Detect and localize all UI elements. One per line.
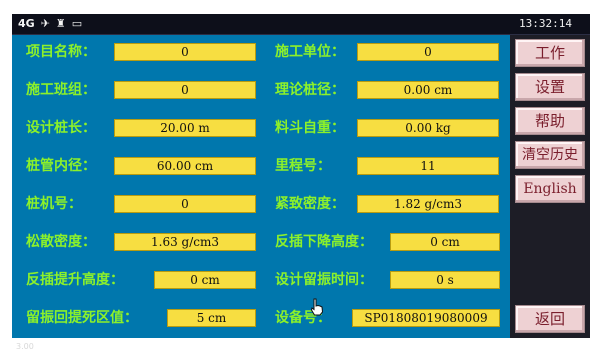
reinsert-lift-height-label: 反插提升高度： (26, 272, 124, 288)
construction-unit-label: 施工单位： (275, 44, 345, 60)
hopper-weight-field[interactable]: 0.00 kg (357, 119, 499, 137)
device-number-field[interactable]: SP01808019080009 (352, 309, 500, 327)
construction-unit-field[interactable]: 0 (357, 43, 499, 61)
vibration-lift-deadzone-label: 留振回提死区值： (26, 310, 138, 326)
device-screen: 4G ✈ ♜ ▭ 13:32:14 项目名称： 0 施工单位： 0 施工班组： … (12, 14, 590, 351)
compact-density-label: 紧致密度： (275, 196, 345, 212)
design-pile-length-field[interactable]: 20.00 m (114, 119, 256, 137)
theoretical-pile-diameter-field[interactable]: 0.00 cm (357, 81, 499, 99)
project-name-label: 项目名称： (26, 44, 96, 60)
status-bar: 4G ✈ ♜ ▭ 13:32:14 (12, 14, 590, 35)
reinsert-drop-height-label: 反插下降高度： (275, 234, 373, 250)
mileage-number-label: 里程号： (275, 158, 331, 174)
hopper-weight-label: 料斗自重： (275, 120, 345, 136)
work-button[interactable]: 工作 (515, 39, 585, 67)
project-name-field[interactable]: 0 (114, 43, 256, 61)
loose-density-label: 松散密度： (26, 234, 96, 250)
parameter-panel: 项目名称： 0 施工单位： 0 施工班组： 0 理论桩径： 0.00 cm 设计… (12, 35, 510, 351)
clear-history-button[interactable]: 清空历史 (515, 141, 585, 169)
satellite-icon: ✈ (40, 17, 50, 30)
back-button[interactable]: 返回 (515, 305, 585, 333)
settings-button[interactable]: 设置 (515, 73, 585, 101)
design-pile-length-label: 设计桩长： (26, 120, 96, 136)
loose-density-field[interactable]: 1.63 g/cm3 (114, 233, 256, 251)
design-vibration-time-field[interactable]: 0 s (390, 271, 500, 289)
pile-machine-number-field[interactable]: 0 (114, 195, 256, 213)
hand-cursor-icon (310, 298, 324, 316)
theoretical-pile-diameter-label: 理论桩径： (275, 82, 345, 98)
4g-icon: 4G (18, 17, 35, 30)
english-button[interactable]: English (515, 175, 585, 203)
reinsert-drop-height-field[interactable]: 0 cm (390, 233, 500, 251)
sidebar-menu: 工作 设置 帮助 清空历史 English 返回 (510, 35, 590, 338)
vibration-lift-deadzone-field[interactable]: 5 cm (167, 309, 256, 327)
pipe-inner-diameter-field[interactable]: 60.00 cm (114, 157, 256, 175)
compact-density-field[interactable]: 1.82 g/cm3 (357, 195, 499, 213)
pipe-inner-diameter-label: 桩管内径： (26, 158, 96, 174)
battery-icon: ▭ (71, 17, 83, 30)
clock: 13:32:14 (519, 17, 572, 30)
mileage-number-field[interactable]: 11 (357, 157, 499, 175)
work-team-label: 施工班组： (26, 82, 96, 98)
help-button[interactable]: 帮助 (515, 107, 585, 135)
design-vibration-time-label: 设计留振时间： (275, 272, 373, 288)
antenna-icon: ♜ (55, 17, 66, 30)
version-label: 3.00 (16, 342, 34, 351)
pile-machine-number-label: 桩机号： (26, 196, 82, 212)
work-team-field[interactable]: 0 (114, 81, 256, 99)
status-icons: 4G ✈ ♜ ▭ (18, 16, 82, 32)
reinsert-lift-height-field[interactable]: 0 cm (154, 271, 256, 289)
